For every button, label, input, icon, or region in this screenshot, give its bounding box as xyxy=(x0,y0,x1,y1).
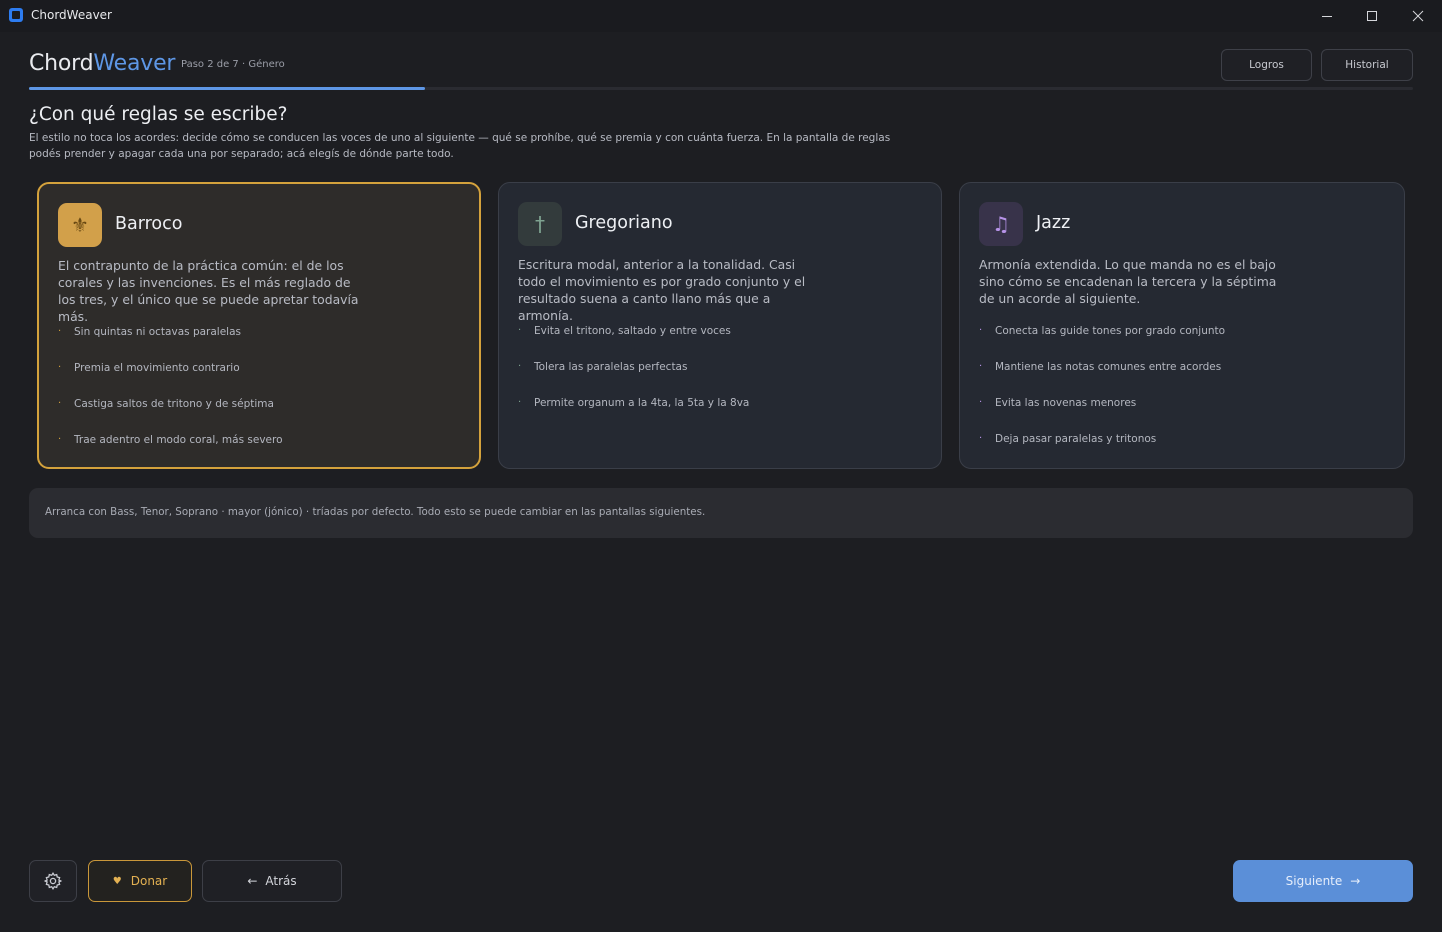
arrow-right-icon: → xyxy=(1350,874,1361,888)
list-item: · Evita las novenas menores xyxy=(979,397,1137,409)
app-icon xyxy=(9,8,23,22)
card-title: Jazz xyxy=(1036,213,1071,233)
wizard-progress-bar xyxy=(29,87,1413,90)
genre-card-jazz[interactable]: ♫ Jazz Armonía extendida. Lo que manda n… xyxy=(959,182,1405,469)
wizard-progress-fill xyxy=(29,87,425,90)
list-item: · Evita el tritono, saltado y entre voces xyxy=(518,325,731,337)
maximize-button[interactable] xyxy=(1349,0,1395,32)
list-item: · Mantiene las notas comunes entre acorde… xyxy=(979,361,1222,373)
list-item: · Permite organum a la 4ta, la 5ta y la 8… xyxy=(518,397,750,409)
minimize-icon xyxy=(1322,16,1332,17)
minimize-button[interactable] xyxy=(1304,0,1350,32)
brand-name-part1: Chord xyxy=(29,51,94,76)
card-description: Escritura modal, anterior a la tonalidad… xyxy=(518,257,806,323)
close-icon xyxy=(1412,10,1424,22)
settings-button[interactable] xyxy=(29,860,77,902)
defaults-info-bar: Arranca con Bass, Tenor, Soprano · mayor… xyxy=(29,488,1413,538)
card-description: Armonía extendida. Lo que manda no es el… xyxy=(979,257,1277,306)
list-item: · Castiga saltos de tritono y de séptima xyxy=(58,398,274,410)
list-item: · Deja pasar paralelas y tritonos xyxy=(979,433,1157,445)
list-item: · Sin quintas ni octavas paralelas xyxy=(58,326,241,338)
card-rule-list: · Sin quintas ni octavas paralelas · Premi… xyxy=(58,326,283,470)
back-label: Atrás xyxy=(265,874,297,888)
next-button[interactable]: Siguiente → xyxy=(1233,860,1413,902)
maximize-icon xyxy=(1367,11,1377,21)
list-item: · Premia el movimiento contrario xyxy=(58,362,240,374)
gear-icon xyxy=(43,871,63,891)
card-rule-list: · Conecta las guide tones por grado conju… xyxy=(979,325,1225,469)
back-button[interactable]: ← Atrás xyxy=(202,860,342,902)
brand-name-part2: Weaver xyxy=(93,51,176,76)
card-title: Barroco xyxy=(115,214,183,234)
donate-label: Donar xyxy=(130,874,168,888)
close-button[interactable] xyxy=(1395,0,1441,32)
history-button[interactable]: Historial xyxy=(1321,49,1413,81)
next-label: Siguiente xyxy=(1285,874,1343,888)
arrow-left-icon: ← xyxy=(247,874,258,888)
window-titlebar: ChordWeaver xyxy=(0,0,1442,32)
heart-icon: ♥ xyxy=(112,875,122,887)
defaults-info-text: Arranca con Bass, Tenor, Soprano · mayor… xyxy=(45,506,706,518)
page-description: El estilo no toca los acordes: decide có… xyxy=(29,132,891,160)
music-note-icon: ♫ xyxy=(979,202,1023,246)
cross-icon: † xyxy=(518,202,562,246)
brand-logo: ChordWeaver xyxy=(29,51,175,76)
donate-button[interactable]: ♥ Donar xyxy=(88,860,192,902)
list-item: · Tolera las paralelas perfectas xyxy=(518,361,688,373)
page-title: ¿Con qué reglas se escribe? xyxy=(29,104,288,125)
achievements-button[interactable]: Logros xyxy=(1221,49,1312,81)
fleur-de-lis-icon: ⚜ xyxy=(58,203,102,247)
window-title: ChordWeaver xyxy=(31,8,112,22)
card-title: Gregoriano xyxy=(575,213,673,233)
genre-card-barroco[interactable]: ⚜ Barroco El contrapunto de la práctica … xyxy=(37,182,481,469)
genre-card-gregoriano[interactable]: † Gregoriano Escritura modal, anterior a… xyxy=(498,182,942,469)
card-description: El contrapunto de la práctica común: el … xyxy=(58,258,359,324)
list-item: · Trae adentro el modo coral, más severo xyxy=(58,434,283,446)
card-rule-list: · Evita el tritono, saltado y entre voces… xyxy=(518,325,749,433)
list-item: · Conecta las guide tones por grado conju… xyxy=(979,325,1226,337)
step-indicator: Paso 2 de 7 · Género xyxy=(181,59,285,70)
